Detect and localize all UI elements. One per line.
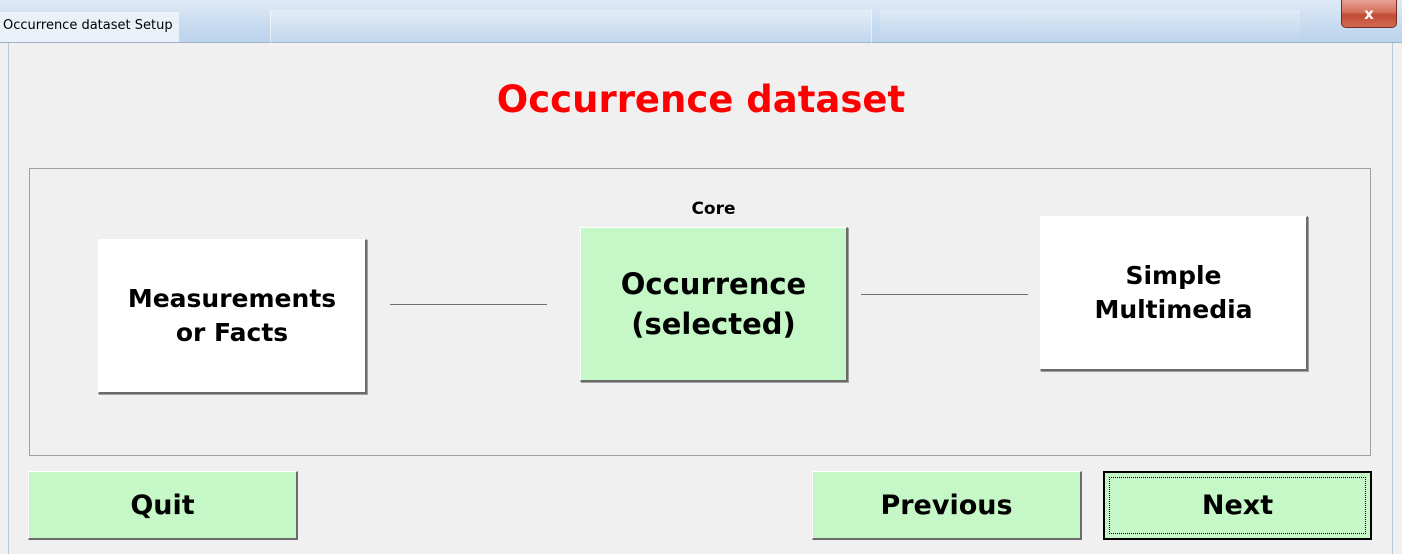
window-title: Occurrence dataset Setup <box>0 12 179 42</box>
occurrence-core-box[interactable]: Occurrence (selected) <box>580 227 848 382</box>
previous-button-label: Previous <box>880 489 1013 521</box>
next-button-label: Next <box>1201 490 1274 521</box>
measurements-or-facts-label: Measurements or Facts <box>127 284 337 347</box>
previous-button[interactable]: Previous <box>812 471 1082 540</box>
quit-button-label: Quit <box>130 489 195 521</box>
core-label: Core <box>691 199 736 219</box>
title-bar-sheen-right <box>880 10 1300 43</box>
close-icon: x <box>1364 4 1374 23</box>
measurements-or-facts-box[interactable]: Measurements or Facts <box>98 239 367 394</box>
title-bar-sheen <box>270 10 872 43</box>
quit-button[interactable]: Quit <box>28 471 298 540</box>
page-title: Occurrence dataset <box>496 78 906 121</box>
close-button[interactable]: x <box>1341 0 1397 28</box>
occurrence-core-label: Occurrence (selected) <box>620 267 807 341</box>
connector-line-right <box>861 294 1028 295</box>
simple-multimedia-box[interactable]: Simple Multimedia <box>1040 216 1308 371</box>
setup-window: Occurrence dataset Setup x Occurrence da… <box>0 0 1402 554</box>
simple-multimedia-label: Simple Multimedia <box>1094 261 1253 324</box>
next-button[interactable]: Next <box>1103 471 1372 540</box>
connector-line-left <box>390 304 547 305</box>
title-bar: Occurrence dataset Setup x <box>0 0 1402 43</box>
